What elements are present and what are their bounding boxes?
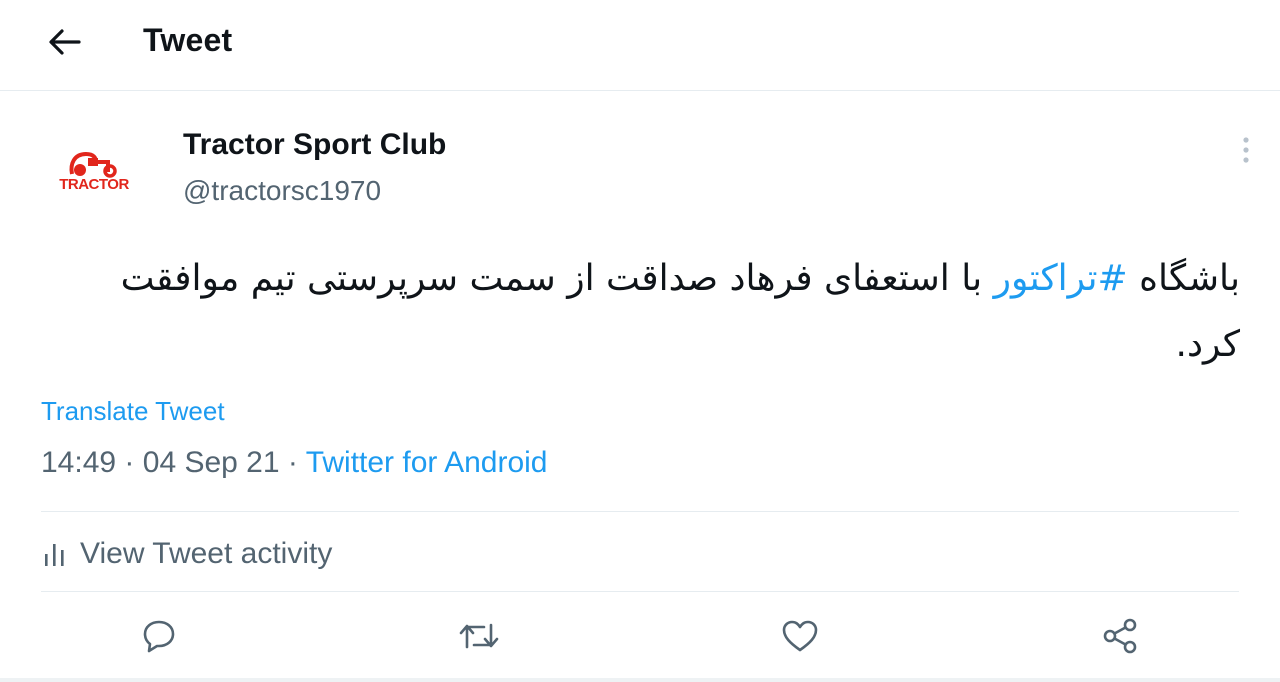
tweet-action-bar: [0, 606, 1280, 666]
tweet-detail-screen: Tweet TRACTOR Tractor Sport Club @tracto…: [0, 0, 1280, 682]
meta-separator: ·: [287, 446, 298, 479]
bar-chart-icon: [45, 544, 64, 566]
meta-separator: ·: [124, 446, 135, 479]
arrow-left-icon: [49, 29, 81, 55]
author-handle[interactable]: @tractorsc1970: [183, 175, 381, 207]
tweet-text: باشگاه #تراکتور با استعفای فرهاد صداقت ا…: [120, 246, 1240, 378]
share-button[interactable]: [1098, 614, 1142, 658]
translate-tweet-link[interactable]: Translate Tweet: [41, 396, 225, 427]
divider: [41, 511, 1239, 512]
more-options-button[interactable]: [1228, 132, 1264, 168]
back-button[interactable]: [44, 22, 84, 62]
tweet-text-start: باشگاه: [1127, 258, 1240, 299]
tractor-logo-icon: [69, 151, 117, 178]
avatar[interactable]: TRACTOR: [52, 128, 136, 212]
vertical-dots-icon: [1243, 137, 1249, 163]
avatar-logo-text: TRACTOR: [59, 175, 129, 193]
tweet-source-link[interactable]: Twitter for Android: [306, 446, 548, 479]
view-tweet-activity-button[interactable]: View Tweet activity: [44, 534, 332, 574]
hashtag-link[interactable]: #تراکتور: [994, 258, 1128, 299]
page-title: Tweet: [143, 22, 233, 58]
retweet-button[interactable]: [457, 614, 501, 658]
tweet-time: 14:49: [41, 446, 117, 479]
tweet-date: 04 Sep 21: [142, 446, 280, 479]
view-tweet-activity-label: View Tweet activity: [80, 537, 333, 570]
bottom-edge: [0, 678, 1280, 682]
reply-icon: [143, 620, 175, 653]
tweet-metadata: 14:49 · 04 Sep 21 · Twitter for Android: [41, 446, 547, 480]
like-icon: [782, 620, 818, 652]
reply-button[interactable]: [137, 614, 181, 658]
like-button[interactable]: [778, 614, 822, 658]
author-display-name[interactable]: Tractor Sport Club: [183, 128, 446, 162]
share-icon: [1103, 618, 1137, 654]
divider: [41, 591, 1239, 592]
retweet-icon: [459, 623, 499, 649]
top-app-bar: Tweet: [0, 0, 1280, 91]
